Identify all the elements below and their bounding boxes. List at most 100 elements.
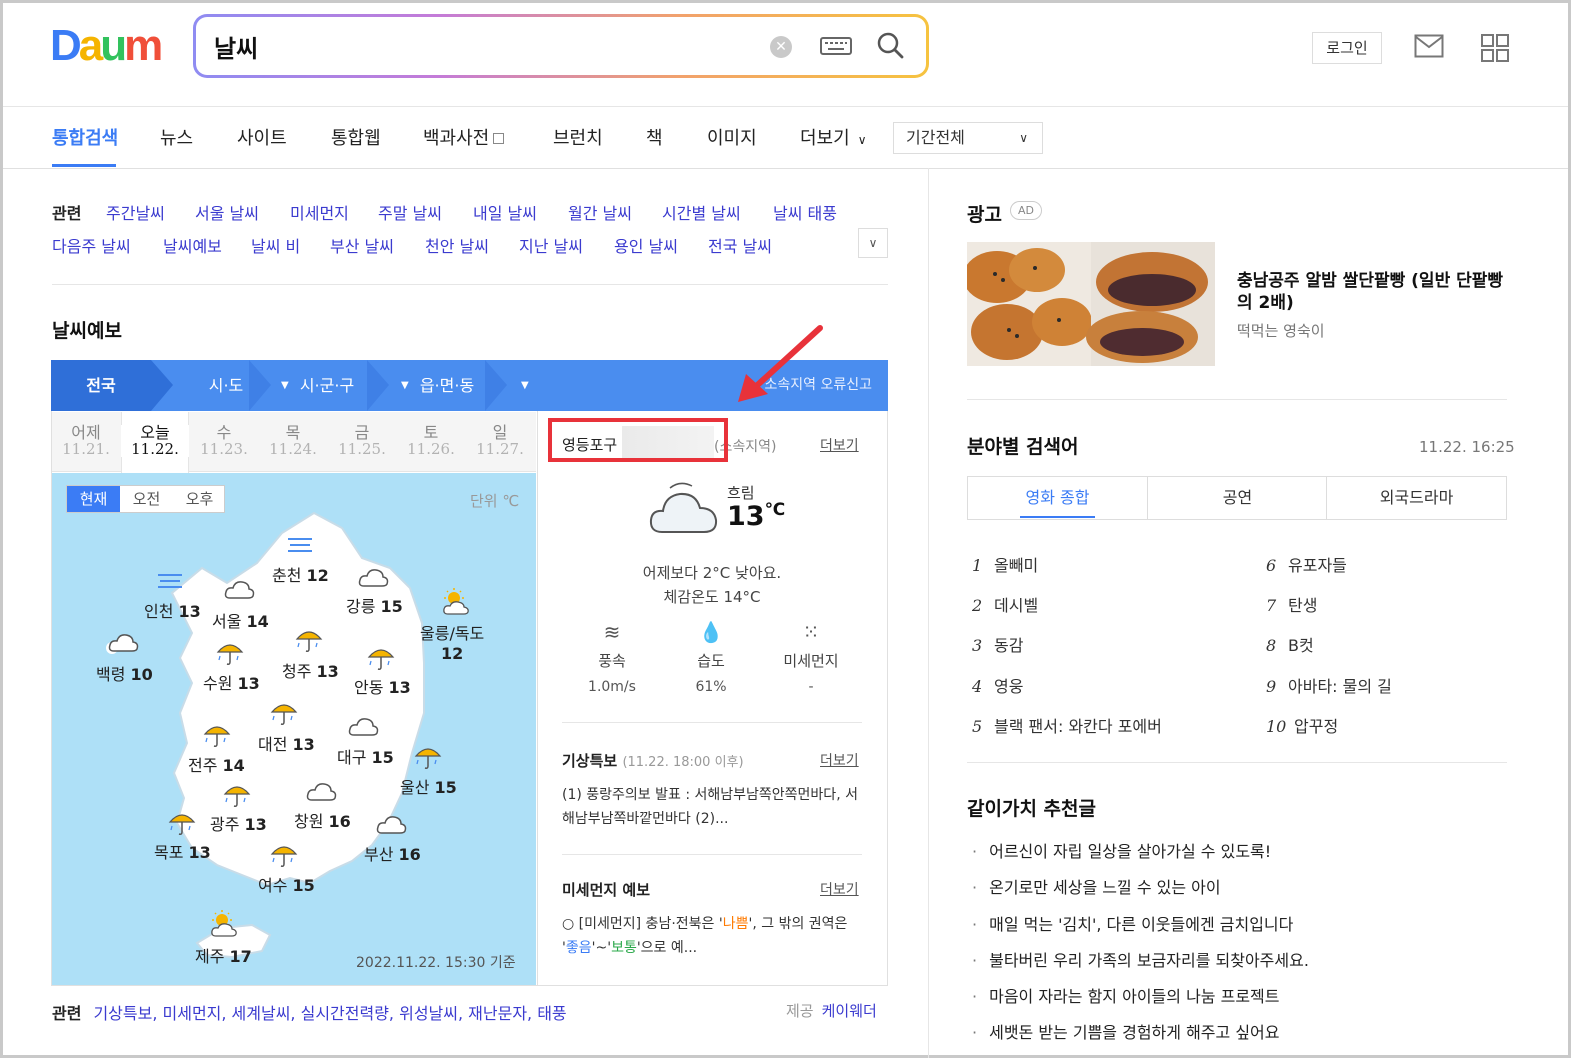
related-link[interactable]: 천안 날씨: [425, 233, 489, 257]
keyword-item[interactable]: 7 탄생: [1266, 592, 1317, 616]
city-weather[interactable]: 수원 13: [203, 670, 260, 694]
humidity-icon: 💧: [698, 620, 724, 644]
city-weather[interactable]: 부산 16: [364, 841, 421, 865]
related-link[interactable]: 날씨 태풍: [773, 200, 837, 224]
keyword-item[interactable]: 10 압꾸정: [1266, 713, 1338, 737]
keyword-item[interactable]: 9 아바타: 물의 길: [1266, 673, 1392, 697]
tab-image[interactable]: 이미지: [707, 124, 757, 150]
clear-icon[interactable]: ✕: [770, 36, 792, 58]
recommend-item[interactable]: 온기로만 세상을 느낄 수 있는 아이: [972, 874, 1221, 898]
tab-more[interactable]: 더보기 ∨: [800, 124, 866, 150]
period-select[interactable]: 기간전체 ∨: [893, 122, 1043, 154]
related-link[interactable]: 지난 날씨: [519, 233, 583, 257]
city-weather[interactable]: 울산 15: [400, 774, 457, 798]
city-weather[interactable]: 목포 13: [154, 839, 211, 863]
related-link[interactable]: 날씨 비: [251, 233, 300, 257]
keyword-item[interactable]: 3 동감: [972, 632, 1023, 656]
cloud-icon: [348, 718, 379, 736]
keyboard-icon[interactable]: [820, 37, 852, 55]
keyword-tab-movie[interactable]: 영화 종합: [968, 477, 1147, 519]
city-weather[interactable]: 백령 10: [96, 661, 153, 685]
related-link[interactable]: 다음주 날씨: [52, 233, 131, 257]
city-weather[interactable]: 제주 17: [195, 943, 252, 967]
city-weather[interactable]: 창원 16: [294, 808, 351, 832]
ad-advertiser[interactable]: 떡먹는 영숙이: [1237, 320, 1325, 341]
apps-grid-icon[interactable]: [1481, 34, 1509, 62]
day-tab[interactable]: 금 11.25.: [328, 425, 396, 458]
cloud-icon: [224, 581, 255, 599]
day-tab-today[interactable]: 오늘 11.22.: [121, 425, 189, 457]
city-weather[interactable]: 전주 14: [188, 752, 245, 776]
time-tab-afternoon[interactable]: 오후: [173, 486, 226, 512]
city-weather[interactable]: 안동 13: [354, 674, 411, 698]
keyword-item[interactable]: 1 올빼미: [972, 552, 1038, 576]
related-link[interactable]: 서울 날씨: [195, 200, 259, 224]
tab-brunch[interactable]: 브런치: [553, 124, 603, 150]
tab-book[interactable]: 책: [646, 124, 663, 150]
special-report-text[interactable]: (1) 풍랑주의보 발표 : 서해남부남쪽안쪽먼바다, 서해남부남쪽바깥먼바다 …: [562, 783, 862, 831]
city-weather[interactable]: 대전 13: [258, 731, 315, 755]
ad-image[interactable]: [967, 242, 1215, 366]
city-weather[interactable]: 인천 13: [144, 598, 201, 622]
keyword-tab-show[interactable]: 공연: [1148, 477, 1327, 519]
day-tab[interactable]: 어제 11.21.: [52, 425, 120, 458]
keyword-tab-drama[interactable]: 외국드라마: [1327, 477, 1506, 519]
tab-integrated[interactable]: 통합검색: [52, 124, 118, 150]
recommend-item[interactable]: 불타버린 우리 가족의 보금자리를 되찾아주세요.: [972, 947, 1309, 971]
recommend-item[interactable]: 세뱃돈 받는 기쁨을 경험하게 해주고 싶어요: [972, 1019, 1279, 1043]
tab-site[interactable]: 사이트: [237, 124, 287, 150]
related-link[interactable]: 시간별 날씨: [662, 200, 741, 224]
keyword-item[interactable]: 2 데시벨: [972, 592, 1038, 616]
city-weather[interactable]: 울릉/독도 12: [420, 620, 484, 663]
provider-link[interactable]: 케이웨더: [822, 1002, 877, 1020]
more-link[interactable]: 더보기: [820, 879, 859, 899]
city-weather[interactable]: 청주 13: [282, 658, 339, 682]
related-link[interactable]: 용인 날씨: [614, 233, 678, 257]
day-tab[interactable]: 목 11.24.: [259, 425, 327, 458]
recommend-item[interactable]: 마음이 자라는 함지 아이들의 나눔 프로젝트: [972, 983, 1279, 1007]
related-expand-button[interactable]: ∨: [858, 228, 888, 258]
recommend-item[interactable]: 어르신이 자립 일상을 살아가실 수 있도록!: [972, 838, 1271, 862]
keyword-item[interactable]: 5 블랙 팬서: 와칸다 포에버: [972, 713, 1162, 737]
search-input[interactable]: [214, 29, 734, 63]
keyword-item[interactable]: 8 B컷: [1266, 632, 1314, 656]
day-tab[interactable]: 수 11.23.: [190, 425, 258, 458]
keyword-item[interactable]: 6 유포자들: [1266, 552, 1347, 576]
more-link[interactable]: 더보기: [820, 750, 859, 770]
region-nationwide[interactable]: 전국: [51, 360, 151, 411]
city-weather[interactable]: 광주 13: [210, 811, 267, 835]
related-link[interactable]: 부산 날씨: [330, 233, 394, 257]
more-link[interactable]: 더보기: [820, 435, 859, 455]
keyword-item[interactable]: 4 영웅: [972, 673, 1023, 697]
city-weather[interactable]: 춘천 12: [272, 562, 329, 586]
annotation-arrow-icon: [738, 325, 823, 402]
day-tab[interactable]: 토 11.26.: [397, 425, 465, 458]
recommend-item[interactable]: 매일 먹는 '김치', 다른 이웃들에겐 금치입니다: [972, 911, 1293, 935]
time-tab-morning[interactable]: 오전: [120, 486, 173, 512]
related-link[interactable]: 미세먼지: [290, 200, 349, 224]
tab-news[interactable]: 뉴스: [160, 124, 193, 150]
bottom-related-links[interactable]: 기상특보, 미세먼지, 세계날씨, 실시간전력량, 위성날씨, 재난문자, 태풍: [93, 1004, 566, 1023]
related-link[interactable]: 주간날씨: [106, 200, 165, 224]
day-tab[interactable]: 일 11.27.: [466, 425, 534, 458]
tab-web[interactable]: 통합웹: [331, 124, 381, 150]
related-link[interactable]: 월간 날씨: [568, 200, 632, 224]
daum-logo[interactable]: Daum: [50, 24, 163, 68]
stat-humidity: 💧 습도 61%: [661, 620, 761, 695]
time-tab-now[interactable]: 현재: [67, 486, 120, 512]
search-icon[interactable]: [876, 31, 904, 59]
ad-headline[interactable]: 충남공주 알밤 쌀단팥빵 (일반 단팥빵의 2배): [1237, 270, 1513, 314]
sun-cloud-icon: [443, 588, 469, 615]
city-weather[interactable]: 여수 15: [258, 872, 315, 896]
city-weather[interactable]: 서울 14: [212, 608, 269, 632]
city-weather[interactable]: 대구 15: [337, 744, 394, 768]
related-link[interactable]: 주말 날씨: [378, 200, 442, 224]
related-link[interactable]: 내일 날씨: [473, 200, 537, 224]
login-button[interactable]: 로그인: [1312, 32, 1382, 64]
city-weather[interactable]: 강릉 15: [346, 593, 403, 617]
related-link[interactable]: 전국 날씨: [708, 233, 772, 257]
dust-forecast-text[interactable]: ○ [미세먼지] 충남·전북은 '나쁨', 그 밖의 권역은 '좋음'~'보통'…: [562, 912, 862, 960]
mail-icon[interactable]: [1414, 34, 1444, 58]
related-link[interactable]: 날씨예보: [163, 233, 222, 257]
tab-encyclopedia[interactable]: 백과사전: [423, 124, 505, 150]
